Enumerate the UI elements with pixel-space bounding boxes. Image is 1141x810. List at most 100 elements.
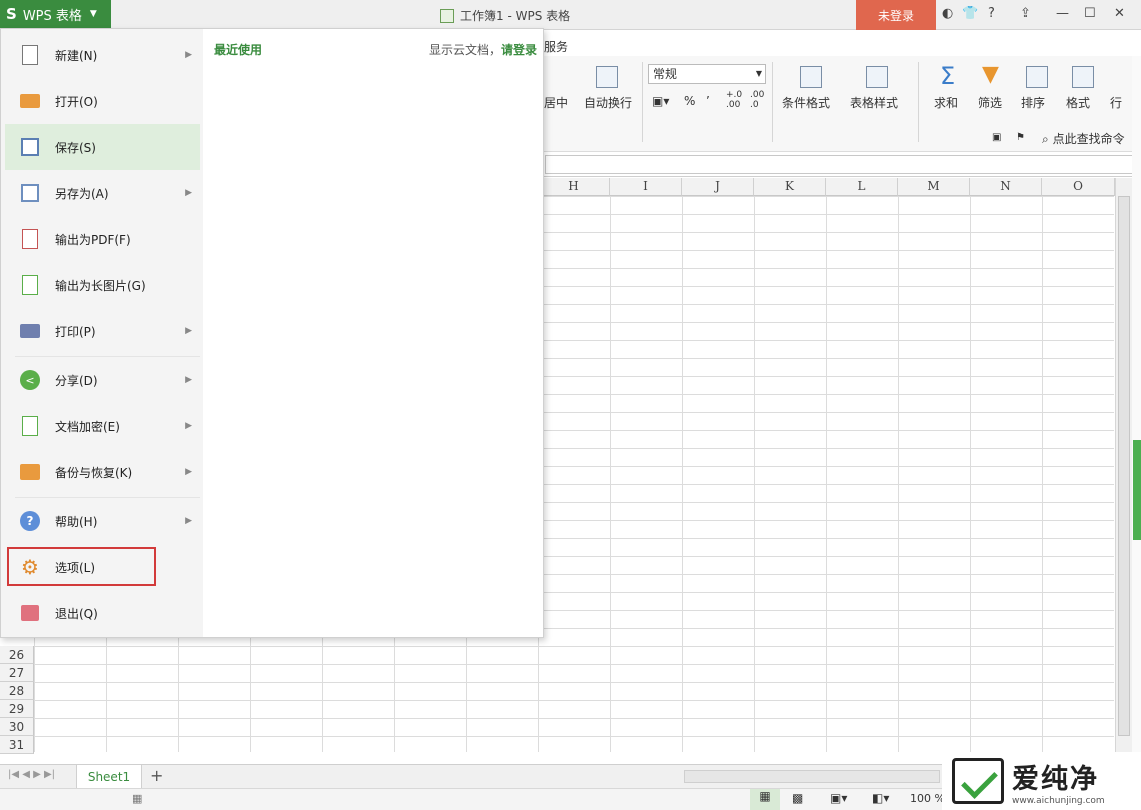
number-format-select[interactable]: 常规 ▼ [648, 64, 766, 84]
chevron-down-icon: ▼ [89, 9, 97, 19]
row-header[interactable]: 28 [0, 682, 34, 700]
menu-item-label: 保存(S) [55, 140, 96, 155]
watermark-url: www.aichunjing.com [1012, 795, 1105, 806]
column-header[interactable]: O [1042, 178, 1115, 196]
column-header[interactable]: H [538, 178, 610, 196]
search-command-box[interactable]: ⌕ 点此查找命令 [1042, 130, 1125, 147]
column-header[interactable]: I [610, 178, 682, 196]
row-column-button[interactable]: 行 [1110, 94, 1122, 111]
menu-item-label: 备份与恢复(K) [55, 465, 133, 480]
sum-button[interactable]: 求和 [934, 94, 958, 111]
formula-input[interactable] [545, 155, 1134, 174]
merge-center-button[interactable]: 居中 [544, 94, 568, 111]
row-header[interactable]: 26 [0, 646, 34, 664]
menu-item-print[interactable]: 打印(P) ▶ [5, 308, 200, 354]
doc-tool-icon[interactable]: ▣ [992, 132, 1001, 143]
tab-service[interactable]: 服务 [544, 38, 568, 55]
shirt-icon[interactable]: 👕 [962, 6, 978, 21]
help-icon[interactable]: ? [988, 6, 995, 21]
menu-item-exit[interactable]: 退出(Q) [5, 590, 200, 636]
sheet-tab[interactable]: Sheet1 [76, 765, 142, 788]
conditional-format-button[interactable]: 条件格式 [782, 94, 830, 111]
vertical-scrollbar[interactable] [1115, 178, 1132, 752]
chevron-right-icon: ▶ [185, 50, 192, 60]
increase-decimal-icon[interactable]: +.0.00 [726, 90, 742, 110]
printer-icon [19, 320, 41, 342]
menu-item-export-pdf[interactable]: 输出为PDF(F) [5, 216, 200, 262]
cloud-docs-text: 显示云文档， [428, 43, 501, 57]
format-button[interactable]: 格式 [1066, 94, 1090, 111]
skin-icon[interactable]: ◐ [942, 6, 953, 21]
watermark-logo-icon [952, 758, 1004, 804]
currency-format-icon[interactable]: ▣▾ [652, 94, 669, 108]
menu-item-encrypt[interactable]: 文档加密(E) ▶ [5, 403, 200, 449]
options-highlight-box [7, 547, 156, 586]
search-command-label: 点此查找命令 [1052, 132, 1125, 146]
sum-icon: Σ [940, 62, 956, 90]
column-header[interactable]: L [826, 178, 898, 196]
search-icon: ⌕ [1042, 132, 1049, 146]
eye-protect-icon[interactable]: ◧▾ [872, 791, 889, 805]
chevron-right-icon: ▶ [185, 326, 192, 336]
login-button[interactable]: 未登录 [856, 0, 936, 30]
menu-item-share[interactable]: < 分享(D) ▶ [5, 357, 200, 403]
menu-item-save-as[interactable]: 另存为(A) ▶ [5, 170, 200, 216]
side-panel-toggle[interactable] [1133, 440, 1141, 540]
comma-button[interactable]: ’ [706, 94, 710, 108]
sort-icon [1026, 66, 1048, 88]
menu-item-backup[interactable]: 备份与恢复(K) ▶ [5, 449, 200, 495]
decrease-decimal-icon[interactable]: .00.0 [750, 90, 764, 110]
row-header[interactable]: 31 [0, 736, 34, 754]
chevron-right-icon: ▶ [185, 516, 192, 526]
open-folder-icon [19, 90, 41, 112]
row-header[interactable]: 30 [0, 718, 34, 736]
menu-item-new[interactable]: 新建(N) ▶ [5, 32, 200, 78]
close-icon[interactable]: ✕ [1114, 6, 1125, 21]
menu-item-label: 另存为(A) [55, 186, 109, 201]
pin-ribbon-icon[interactable]: ⇪ [1020, 6, 1031, 21]
side-panel-strip [1132, 56, 1141, 756]
wps-menu-button[interactable]: S WPS 表格 ▼ [0, 0, 111, 28]
flag-icon[interactable]: ⚑ [1016, 132, 1025, 143]
window-title: 工作簿1 - WPS 表格 [440, 7, 570, 24]
menu-item-help[interactable]: ? 帮助(H) ▶ [5, 498, 200, 544]
title-bar: S WPS 表格 ▼ 工作簿1 - WPS 表格 未登录 ◐ 👕 ? ⇪ — ☐… [0, 0, 1141, 30]
column-header[interactable]: M [898, 178, 970, 196]
menu-item-open[interactable]: 打开(O) [5, 78, 200, 124]
chevron-down-icon: ▼ [755, 69, 762, 78]
conditional-format-icon [800, 66, 822, 88]
cloud-login-link[interactable]: 请登录 [501, 43, 537, 57]
menu-item-save[interactable]: 保存(S) [5, 124, 200, 170]
number-format-value: 常规 [653, 67, 678, 81]
backup-icon [19, 461, 41, 483]
table-style-button[interactable]: 表格样式 [850, 94, 898, 111]
ribbon-separator [918, 62, 919, 142]
reading-view-icon[interactable]: ▣▾ [830, 791, 847, 805]
format-icon [1072, 66, 1094, 88]
menu-item-label: 退出(Q) [55, 606, 98, 621]
filter-button[interactable]: 筛选 [978, 94, 1002, 111]
menu-item-label: 输出为长图片(G) [55, 278, 146, 293]
wrap-text-button[interactable]: 自动换行 [584, 94, 632, 111]
minimize-icon[interactable]: — [1056, 6, 1069, 21]
row-header[interactable]: 29 [0, 700, 34, 718]
file-menu: 新建(N) ▶ 打开(O) 保存(S) 另存为(A) ▶ 输出为PDF(F) 输… [0, 28, 544, 638]
menu-item-export-image[interactable]: 输出为长图片(G) [5, 262, 200, 308]
save-as-icon [19, 182, 41, 204]
horizontal-scrollbar[interactable] [684, 770, 940, 783]
macro-icon[interactable]: ▦ [132, 792, 142, 805]
sort-button[interactable]: 排序 [1021, 94, 1045, 111]
add-sheet-button[interactable]: + [150, 766, 163, 785]
normal-view-icon[interactable]: ▦ [750, 789, 780, 810]
maximize-icon[interactable]: ☐ [1084, 6, 1096, 21]
scroll-thumb[interactable] [1118, 196, 1130, 736]
sheet-nav-arrows-icon[interactable]: |◀ ◀ ▶ ▶| [8, 769, 55, 780]
column-header[interactable]: J [682, 178, 754, 196]
row-header[interactable]: 27 [0, 664, 34, 682]
share-icon: < [19, 369, 41, 391]
zoom-level[interactable]: 100 % [910, 792, 945, 805]
percent-button[interactable]: % [684, 94, 695, 108]
column-header[interactable]: K [754, 178, 826, 196]
page-break-view-icon[interactable]: ▩ [792, 791, 803, 805]
column-header[interactable]: N [970, 178, 1042, 196]
